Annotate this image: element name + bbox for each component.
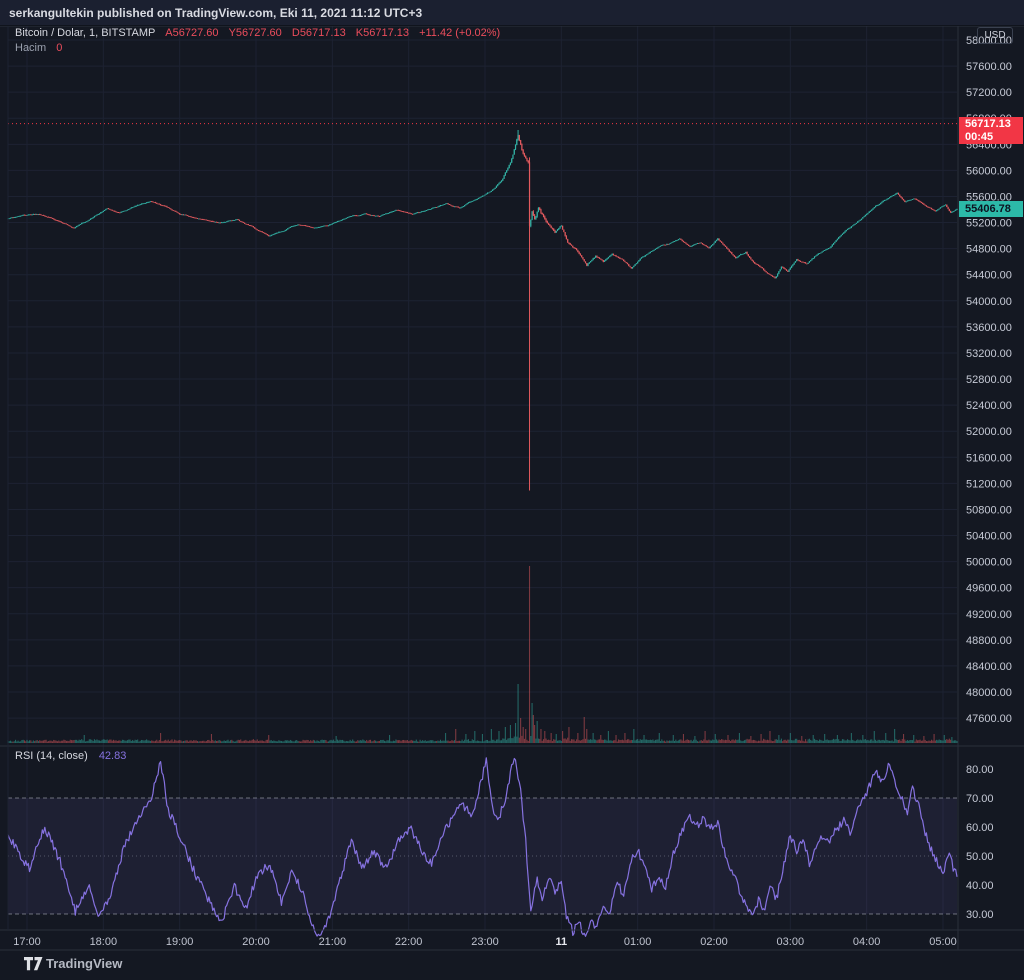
chart-canvas[interactable]: 58000.0057600.0057200.0056800.0056400.00… [0,0,1024,980]
currency-unit-chip[interactable]: USD [977,27,1013,44]
volume-label: Hacim [15,42,47,54]
high-label: Y [228,27,236,39]
rsi-legend[interactable]: RSI (14, close) 42.83 [15,750,126,762]
attribution-bar: serkangultekin published on TradingView.… [0,0,1024,26]
symbol-title[interactable]: Bitcoin / Dolar, 1, BITSTAMP [15,27,155,39]
close-price-badge: 55406.78 [959,201,1023,217]
bar-countdown: 00:45 [965,131,994,143]
attribution-text: serkangultekin published on TradingView.… [9,6,423,20]
volume-value: 0 [56,42,63,54]
tradingview-logo-icon[interactable] [24,957,43,971]
open-label: A [165,27,173,39]
last-price-badge: 56717.13 00:45 [959,117,1023,144]
last-price-value: 56717.13 [965,118,1011,130]
low-label: D [291,27,300,39]
rsi-label: RSI (14, close) [15,750,88,762]
volume-legend[interactable]: Hacim 0 [15,42,62,54]
symbol-legend[interactable]: Bitcoin / Dolar, 1, BITSTAMP A56727.60 Y… [15,27,500,39]
footer-brand-text[interactable]: TradingView [46,956,122,971]
price-axis[interactable] [958,26,1024,930]
close-label: K [355,27,364,39]
low-value: 56717.13 [299,27,346,39]
rsi-value: 42.83 [98,750,127,762]
change-value: +11.42 (+0.02%) [419,27,501,39]
high-value: 56727.60 [235,27,282,39]
open-value: 56727.60 [172,27,219,39]
time-axis[interactable] [0,930,958,951]
close-value: 56717.13 [363,27,409,39]
